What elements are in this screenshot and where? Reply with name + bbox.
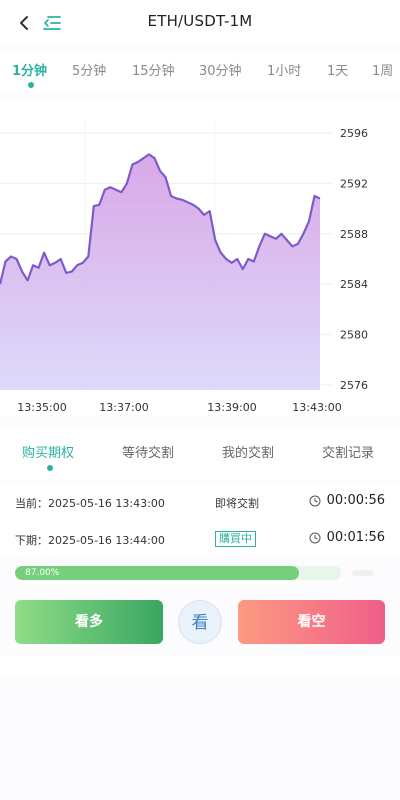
active-order-tab-indicator <box>47 465 53 471</box>
buy-up-button[interactable]: 看多 <box>15 600 163 644</box>
next-period-label: 下期：2025-05-16 13:44:00 <box>15 534 165 547</box>
next-period-status-badge: 購買中 <box>215 531 256 547</box>
y-tick-label: 2580 <box>340 329 368 342</box>
bottom-panel <box>0 656 400 676</box>
tab-5-minute[interactable]: 5分钟 <box>72 60 106 79</box>
order-tabs: 购买期权 等待交割 我的交割 交割记录 <box>0 428 400 480</box>
current-period-label: 当前：2025-05-16 13:43:00 <box>15 497 165 510</box>
tab-1-week[interactable]: 1周 <box>372 60 393 79</box>
tab-1-hour[interactable]: 1小时 <box>267 60 301 79</box>
tab-my-delivery[interactable]: 我的交割 <box>222 442 274 461</box>
tab-buy-option[interactable]: 购买期权 <box>22 442 74 461</box>
view-button[interactable]: 看 <box>178 600 222 644</box>
x-tick-label: 13:35:00 <box>17 401 66 414</box>
header: ETH/USDT-1M <box>0 0 400 46</box>
tab-awaiting-delivery[interactable]: 等待交割 <box>122 442 174 461</box>
price-chart-svg: 2596 2592 2588 2584 2580 2576 13:35:00 13:37:0… <box>0 120 368 414</box>
x-tick-label: 13:39:00 <box>207 401 256 414</box>
y-tick-label: 2584 <box>340 278 368 291</box>
tab-15-minute[interactable]: 15分钟 <box>132 60 175 79</box>
current-period-countdown: 00:00:56 <box>326 493 385 508</box>
active-tab-indicator <box>28 82 34 88</box>
next-period-countdown: 00:01:56 <box>326 530 385 545</box>
price-area <box>0 154 320 390</box>
progress-track-tail <box>352 570 374 576</box>
y-tick-label: 2592 <box>340 177 368 190</box>
y-tick-label: 2588 <box>340 228 368 241</box>
tab-delivery-records[interactable]: 交割记录 <box>322 442 374 461</box>
progress-label: 87.00% <box>25 568 60 578</box>
current-period-status: 即将交割 <box>215 497 259 510</box>
clock-icon <box>309 495 321 507</box>
y-tick-label: 2596 <box>340 127 368 140</box>
tab-1-minute[interactable]: 1分钟 <box>12 60 47 79</box>
current-period-row: 当前：2025-05-16 13:43:00 即将交割 00:00:56 <box>0 484 400 520</box>
tab-1-day[interactable]: 1天 <box>327 60 348 79</box>
progress-bar: 87.00% <box>15 566 341 580</box>
page-title: ETH/USDT-1M <box>147 12 253 30</box>
tab-30-minute[interactable]: 30分钟 <box>199 60 242 79</box>
next-period-row: 下期：2025-05-16 13:44:00 購買中 00:01:56 <box>0 521 400 557</box>
period-tabs: 1分钟 5分钟 15分钟 30分钟 1小时 1天 1周 <box>0 54 400 94</box>
price-chart[interactable]: 2596 2592 2588 2584 2580 2576 13:35:00 13:37:0… <box>0 100 400 415</box>
buy-down-button[interactable]: 看空 <box>238 600 385 644</box>
clock-icon <box>309 532 321 544</box>
y-tick-label: 2576 <box>340 379 368 392</box>
x-tick-label: 13:37:00 <box>99 401 148 414</box>
x-tick-label: 13:43:00 <box>292 401 341 414</box>
